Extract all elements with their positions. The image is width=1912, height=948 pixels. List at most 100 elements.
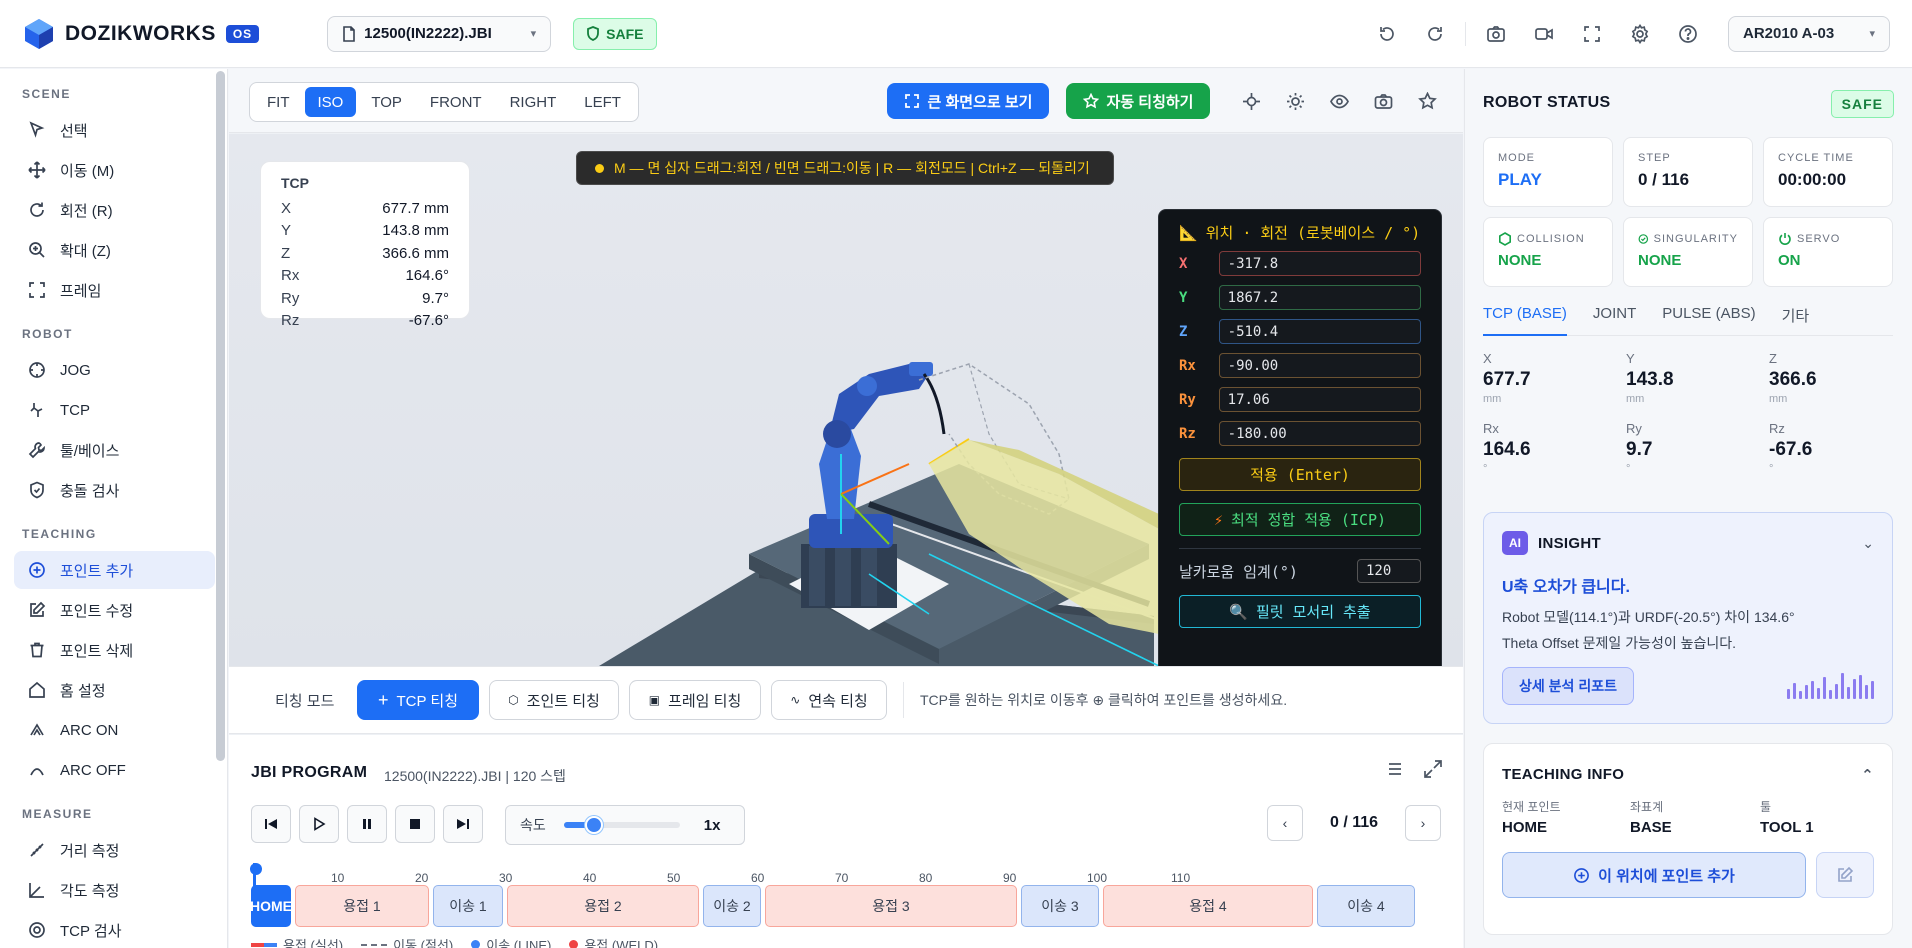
auto-teach-button[interactable]: 자동 티칭하기 — [1066, 83, 1210, 119]
tab-pulse-abs[interactable]: PULSE (ABS) — [1662, 302, 1755, 336]
speed-slider[interactable] — [563, 816, 680, 834]
skip-start-button[interactable] — [251, 805, 291, 843]
sidebar-item-add-point[interactable]: 포인트 추가 — [14, 551, 215, 589]
joint-teach-button[interactable]: ⬡ 조인트 티칭 — [489, 680, 619, 720]
tab-left[interactable]: LEFT — [571, 87, 634, 117]
timeline-segment-move[interactable]: 이송 4 — [1317, 885, 1415, 927]
timeline-segment-move[interactable]: 이송 2 — [703, 885, 761, 927]
play-button[interactable] — [299, 805, 339, 843]
sidebar-item-frame[interactable]: 프레임 — [14, 271, 215, 309]
detail-report-button[interactable]: 상세 분석 리포트 — [1502, 667, 1634, 705]
timeline-segment-weld[interactable]: 용접 3 — [765, 885, 1017, 927]
camera-icon[interactable] — [1361, 89, 1405, 113]
pose-input-y[interactable]: 1867.2 — [1218, 285, 1421, 310]
sidebar-item-angle[interactable]: 각도 측정 — [14, 871, 215, 909]
pause-button[interactable] — [347, 805, 387, 843]
sharpness-input[interactable]: 120 — [1357, 559, 1421, 583]
sidebar-item-edit-point[interactable]: 포인트 수정 — [14, 591, 215, 629]
icp-button[interactable]: ⚡ 최적 정합 적용 (ICP) — [1179, 503, 1421, 536]
timeline-segment-move[interactable]: 이송 3 — [1021, 885, 1099, 927]
big-screen-label: 큰 화면으로 보기 — [927, 93, 1033, 111]
sidebar-item-collision[interactable]: 충돌 검사 — [14, 471, 215, 509]
sidebar-item-distance[interactable]: 거리 측정 — [14, 831, 215, 869]
tcp-row-rx: Rx 164.6° — [281, 267, 449, 285]
sidebar-item-home-set[interactable]: 홈 설정 — [14, 671, 215, 709]
gear-icon[interactable] — [1616, 14, 1664, 54]
rotate-icon — [30, 202, 44, 217]
tab-other[interactable]: 기타 — [1782, 302, 1810, 336]
tcp-row-y: Y 143.8 mm — [281, 222, 449, 240]
3d-viewport[interactable]: M — 면 십자 드래그:회전 / 빈면 드래그:이동 | R — 회전모드 |… — [229, 134, 1463, 666]
apply-button[interactable]: 적용 (Enter) — [1179, 458, 1421, 491]
file-select[interactable]: 12500(IN2222).JBI ▾ — [327, 15, 552, 52]
sidebar-item-select[interactable]: 선택 — [14, 111, 215, 149]
big-screen-button[interactable]: 큰 화면으로 보기 — [887, 83, 1049, 119]
sun-icon[interactable] — [1273, 89, 1317, 113]
timeline-segment-move[interactable]: 이송 1 — [433, 885, 503, 927]
timeline-segment-weld[interactable]: 용접 2 — [507, 885, 699, 927]
move-icon — [28, 161, 46, 179]
redo-icon[interactable] — [1411, 14, 1459, 54]
add-point-here-button[interactable]: 이 위치에 포인트 추가 — [1502, 852, 1806, 898]
continuous-teach-button[interactable]: ∿ 연속 티칭 — [771, 680, 887, 720]
sidebar-item-tcp-check[interactable]: TCP 검사 — [14, 911, 215, 948]
safe-status-badge: SAFE — [573, 17, 657, 50]
list-icon[interactable] — [1385, 759, 1405, 779]
star-icon[interactable] — [1405, 89, 1449, 113]
tab-right[interactable]: RIGHT — [497, 87, 570, 117]
help-icon[interactable] — [1664, 14, 1712, 54]
sidebar-item-tool-base[interactable]: 툴/베이스 — [14, 431, 215, 469]
pose-input-rx[interactable]: -90.00 — [1218, 353, 1421, 378]
tab-iso[interactable]: ISO — [304, 87, 357, 117]
fillet-extract-button[interactable]: 🔍 필릿 모서리 추출 — [1179, 595, 1421, 628]
frame-teach-button[interactable]: ▣ 프레임 티칭 — [629, 680, 761, 720]
pose-input-x[interactable]: -317.8 — [1218, 251, 1421, 276]
tab-top[interactable]: TOP — [358, 87, 415, 117]
prev-step-button[interactable]: ‹ — [1267, 805, 1303, 841]
power-icon — [1779, 233, 1791, 245]
stop-button[interactable] — [395, 805, 435, 843]
target-icon — [29, 922, 45, 938]
expand-icon[interactable] — [1423, 759, 1443, 779]
eye-icon[interactable] — [1317, 89, 1361, 113]
pose-input-z[interactable]: -510.4 — [1218, 319, 1421, 344]
sidebar-item-move[interactable]: 이동 (M) — [14, 151, 215, 189]
camera-icon[interactable] — [1472, 14, 1520, 54]
ruler-icon — [30, 843, 44, 857]
tab-fit[interactable]: FIT — [254, 87, 303, 117]
tab-front[interactable]: FRONT — [417, 87, 495, 117]
edit-point-button[interactable] — [1816, 852, 1874, 898]
robot-select[interactable]: AR2010 A-03 ▾ — [1728, 15, 1890, 52]
sidebar-item-rotate[interactable]: 회전 (R) — [14, 191, 215, 229]
jbi-program-panel: JBI PROGRAM 12500(IN2222).JBI | 120 스텝 속… — [229, 735, 1463, 948]
fullscreen-icon[interactable] — [1568, 14, 1616, 54]
speed-slider-knob[interactable] — [584, 816, 603, 834]
playback-controls — [251, 805, 483, 843]
timeline-segment-weld[interactable]: 용접 4 — [1103, 885, 1313, 927]
sidebar-item-arc-off[interactable]: ARC OFF — [14, 751, 215, 789]
program-timeline[interactable]: 용접 (실선) 이동 (점선) 이송 (LINE) 용접 (WELD) 10 20… — [250, 863, 1441, 948]
tab-joint[interactable]: JOINT — [1593, 302, 1636, 336]
sidebar-item-tcp[interactable]: TCP — [14, 391, 215, 429]
timeline-segment-weld[interactable]: 용접 1 — [295, 885, 429, 927]
chevron-down-icon[interactable]: ⌄ — [1862, 535, 1874, 552]
tcp-teach-button[interactable]: + TCP 티칭 — [357, 680, 479, 720]
sidebar-item-zoom[interactable]: 확대 (Z) — [14, 231, 215, 269]
sidebar-scrollbar[interactable] — [216, 71, 225, 761]
sidebar-item-jog[interactable]: JOG — [14, 351, 215, 389]
crosshair-icon[interactable] — [1229, 89, 1273, 113]
pose-input-rz[interactable]: -180.00 — [1218, 421, 1421, 446]
chevron-up-icon[interactable]: ⌃ — [1861, 766, 1874, 784]
status-card-singularity: SINGULARITY NONE — [1623, 217, 1753, 287]
timeline-tick: 30 — [499, 871, 513, 885]
skip-end-button[interactable] — [443, 805, 483, 843]
undo-icon[interactable] — [1363, 14, 1411, 54]
next-step-button[interactable]: › — [1405, 805, 1441, 841]
sidebar-item-arc-on[interactable]: ARC ON — [14, 711, 215, 749]
pose-input-ry[interactable]: 17.06 — [1218, 387, 1421, 412]
sidebar-item-label: 거리 측정 — [60, 842, 120, 860]
tab-tcp-base[interactable]: TCP (BASE) — [1483, 302, 1567, 336]
sidebar-item-delete-point[interactable]: 포인트 삭제 — [14, 631, 215, 669]
timeline-segment-home[interactable]: HOME — [250, 885, 292, 927]
video-icon[interactable] — [1520, 14, 1568, 54]
